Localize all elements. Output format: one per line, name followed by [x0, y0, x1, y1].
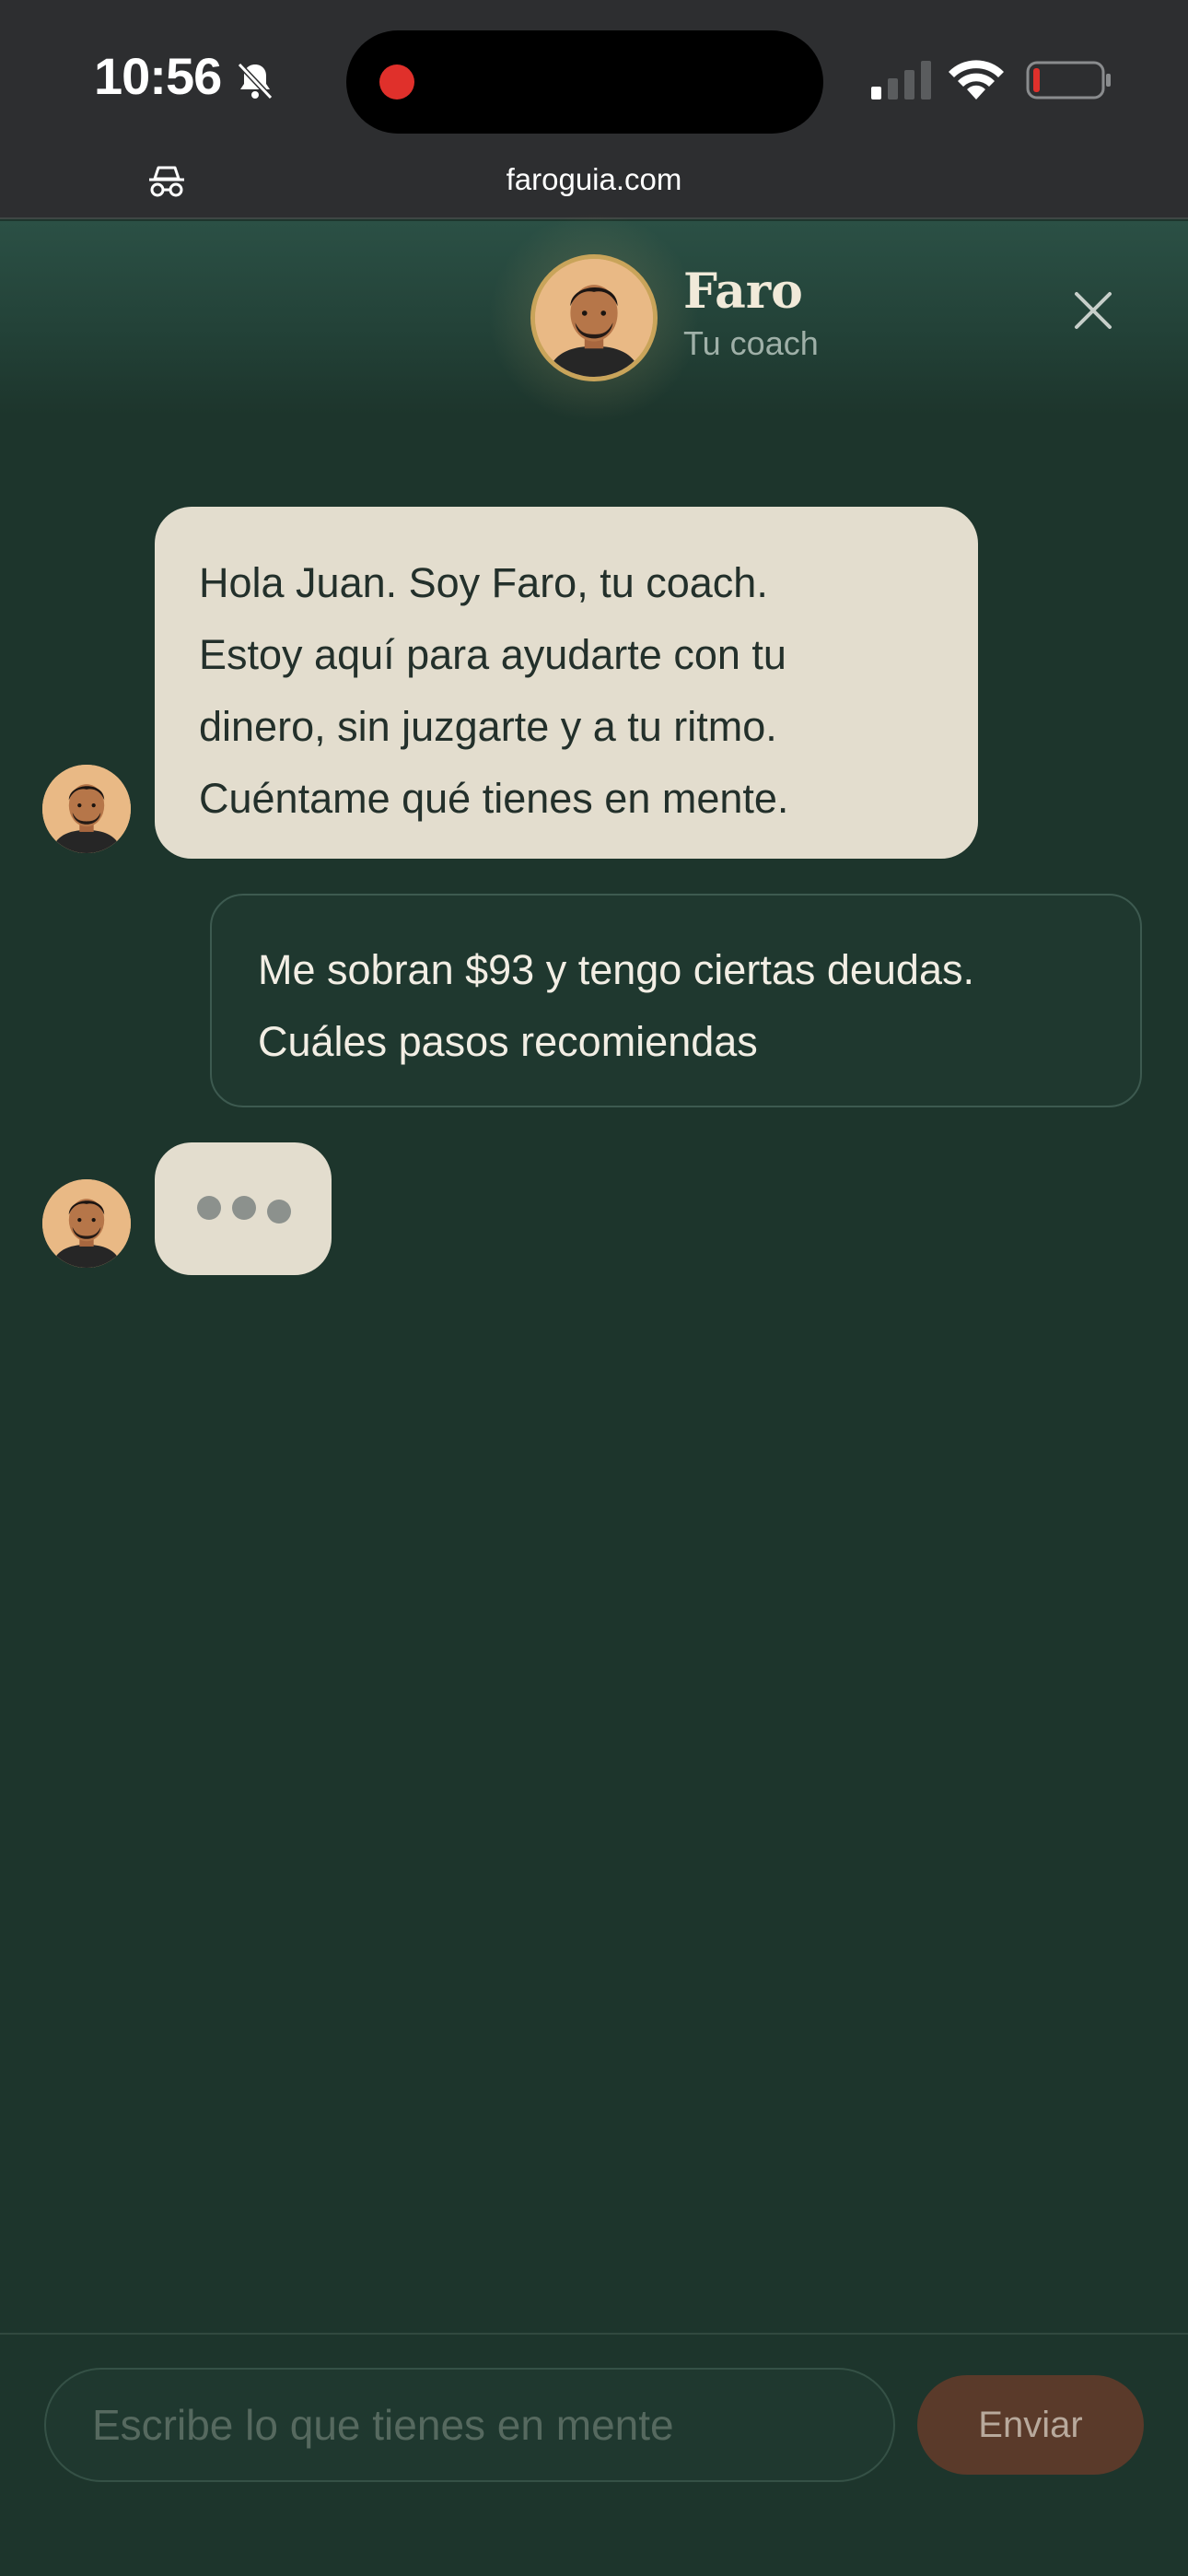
typing-dot-icon [232, 1196, 256, 1220]
coach-portrait-icon [42, 765, 131, 853]
cellular-signal-icon [871, 61, 931, 100]
coach-name: Faro [683, 263, 803, 320]
recording-dot-icon [379, 64, 414, 100]
address-bar-url[interactable]: faroguia.com [0, 162, 1188, 197]
coach-avatar [530, 254, 658, 381]
coach-portrait-icon [535, 259, 653, 377]
typing-dot-icon [267, 1200, 291, 1224]
close-icon[interactable] [1068, 286, 1118, 335]
message-line: Cuáles pasos recomiendas [258, 1018, 758, 1065]
coach-typing-avatar [42, 1179, 131, 1268]
coach-subtitle: Tu coach [683, 324, 819, 362]
message-input[interactable] [92, 2370, 866, 2480]
typing-indicator [155, 1142, 332, 1275]
coach-message-bubble: Hola Juan. Soy Faro, tu coach. Estoy aqu… [155, 507, 978, 859]
user-message-bubble: Me sobran $93 y tengo ciertas deudas. Cu… [210, 894, 1142, 1107]
message-line: dinero, sin juzgarte y a tu ritmo. [199, 703, 777, 750]
coach-portrait-icon [42, 1179, 131, 1268]
bell-muted-icon [237, 62, 274, 100]
status-and-browser-bar: 10:56 faroguia.com [0, 0, 1188, 219]
status-time: 10:56 [94, 47, 222, 105]
dynamic-island [346, 30, 823, 134]
message-line: Estoy aquí para ayudarte con tu [199, 631, 786, 678]
send-button[interactable]: Enviar [917, 2375, 1144, 2475]
message-input-wrapper [44, 2368, 895, 2482]
message-line: Hola Juan. Soy Faro, tu coach. [199, 559, 768, 606]
battery-low-icon [1026, 61, 1111, 100]
message-line: Cuéntame qué tienes en mente. [199, 775, 789, 822]
wifi-icon [949, 60, 1004, 100]
message-line: Me sobran $93 y tengo ciertas deudas. [258, 946, 974, 993]
typing-dot-icon [197, 1196, 221, 1220]
chat-screen: 10:56 faroguia.com Faro Tu coach Hola Ju… [0, 0, 1188, 2576]
coach-message-avatar [42, 765, 131, 853]
